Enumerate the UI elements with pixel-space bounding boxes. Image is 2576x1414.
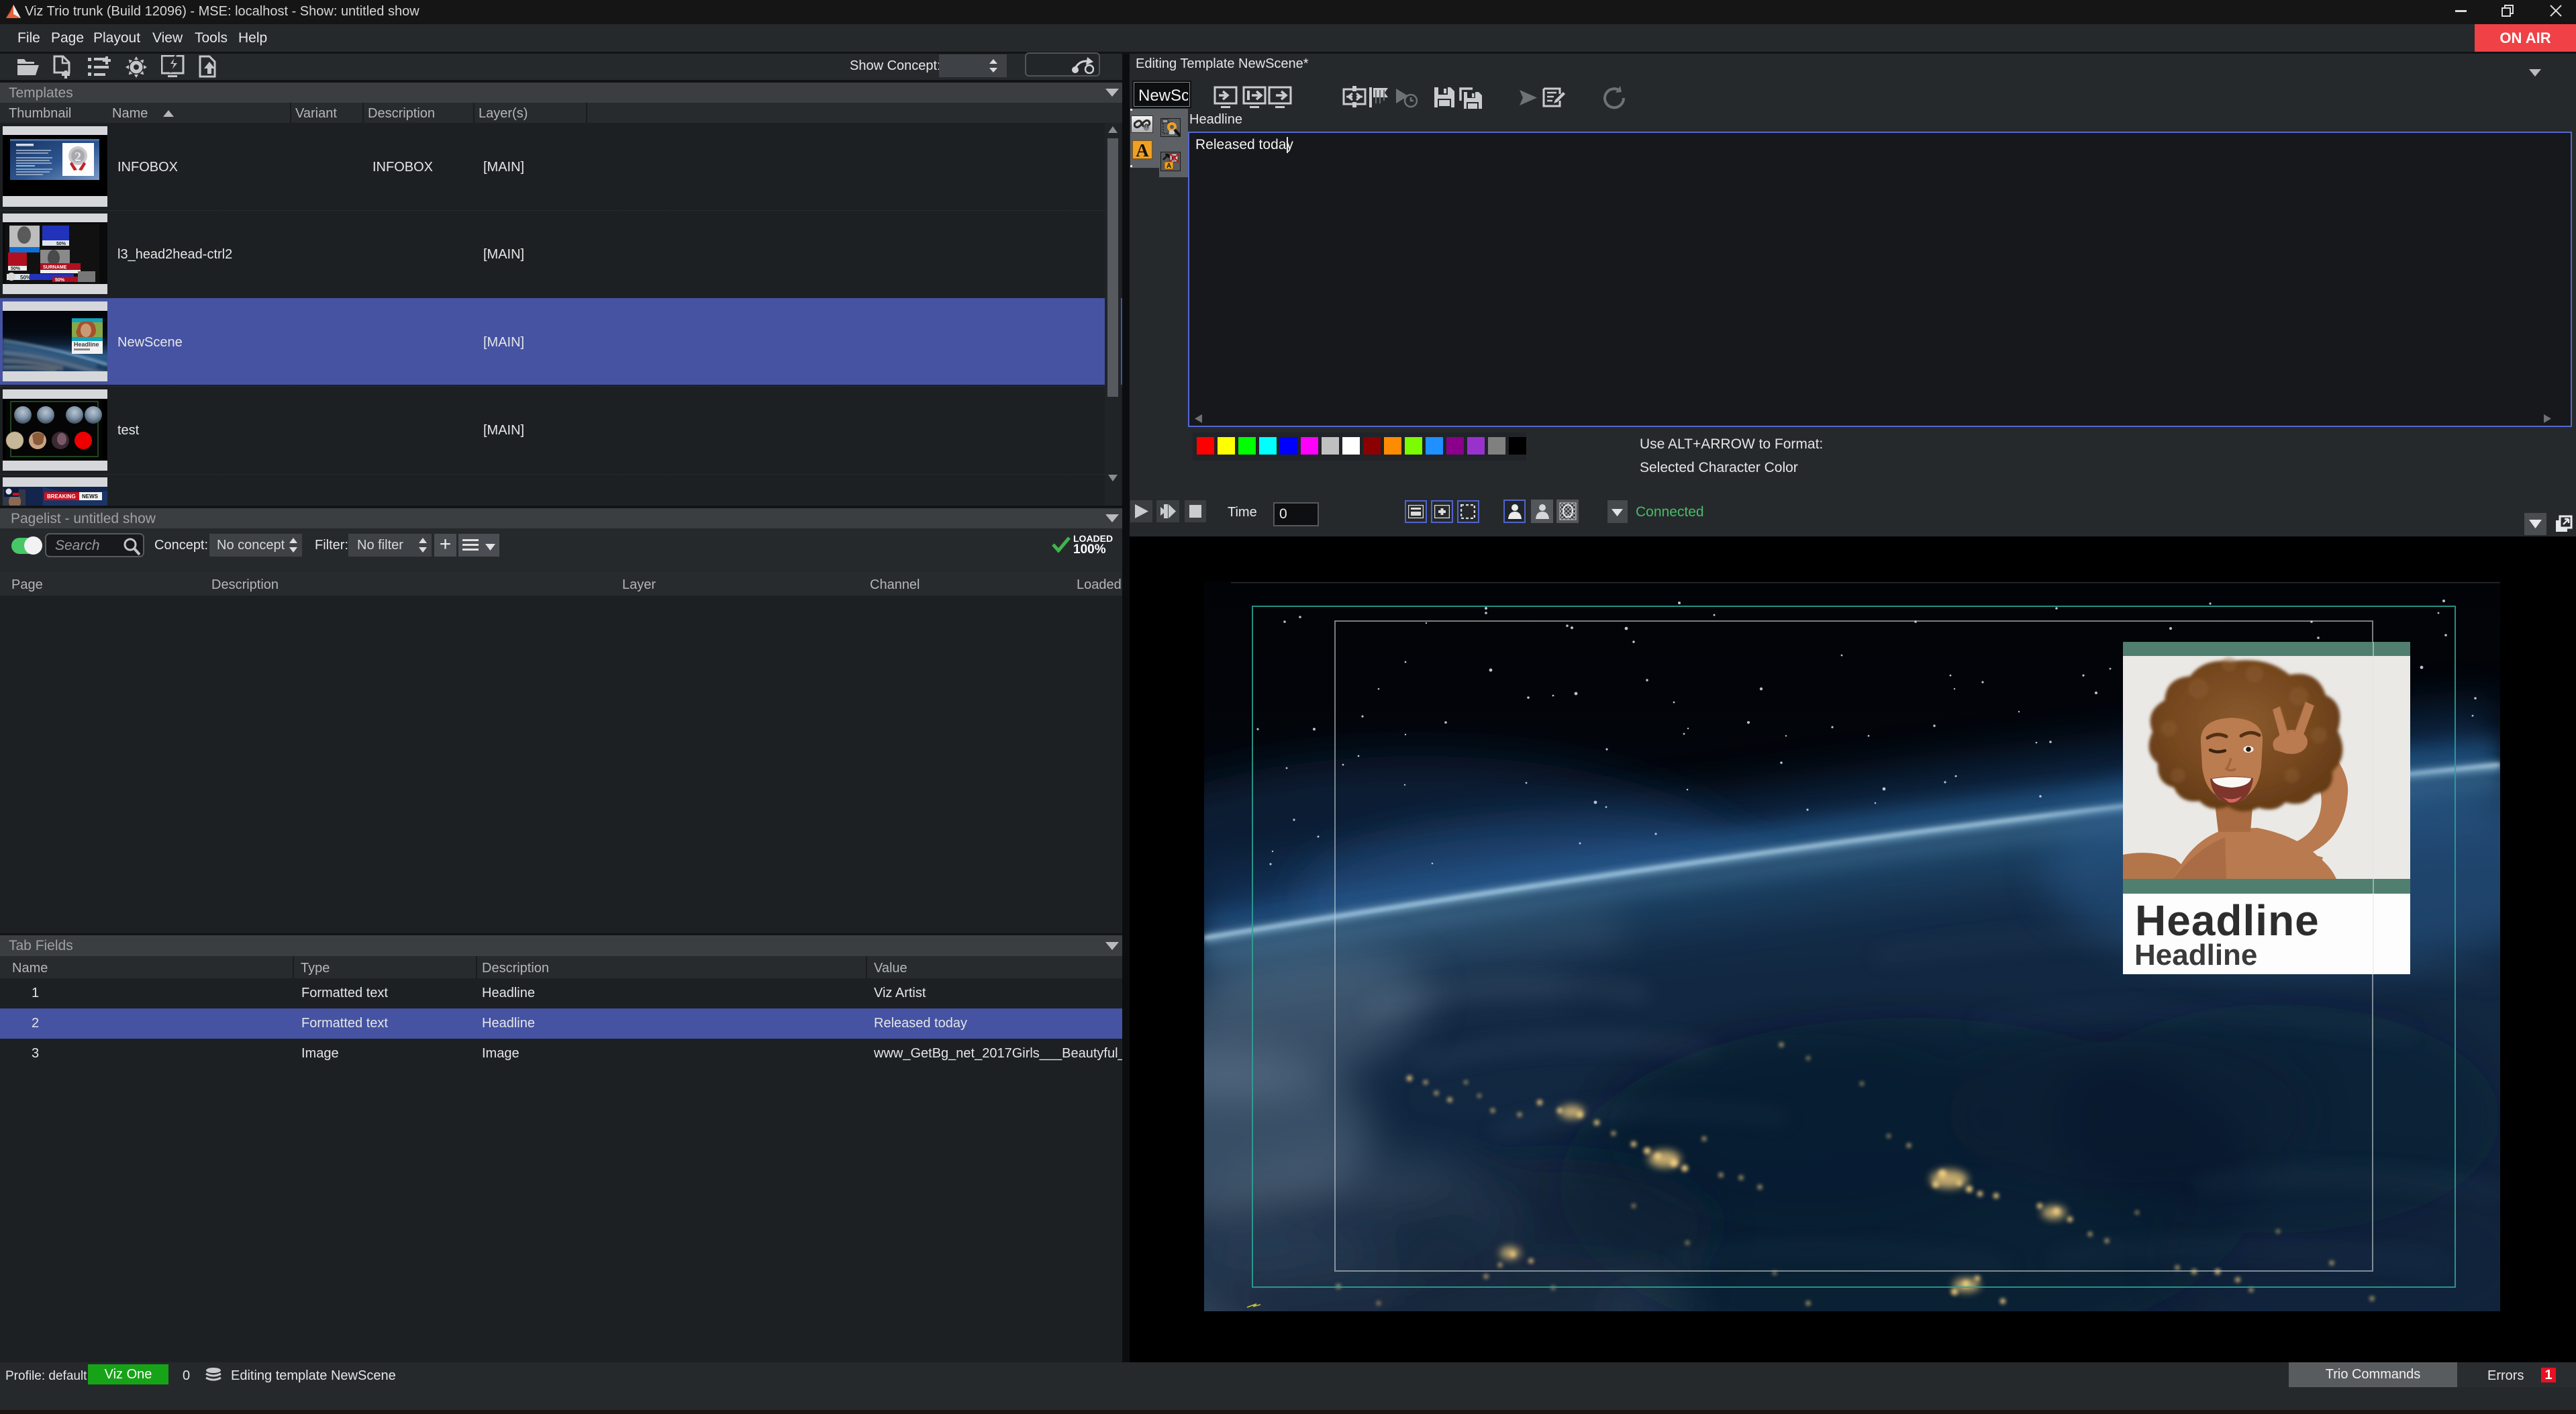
svg-text:BREAKING: BREAKING <box>47 493 76 500</box>
svg-text:Headline: Headline <box>74 341 99 348</box>
svg-text:NEWS: NEWS <box>82 493 99 500</box>
svg-text:A: A <box>1167 162 1171 170</box>
svg-text:50%: 50% <box>11 267 21 271</box>
svg-text:50%: 50% <box>20 275 31 281</box>
svg-text:50%: 50% <box>56 242 66 246</box>
svg-text:SURNAME: SURNAME <box>43 265 67 270</box>
svg-text:50%: 50% <box>55 278 65 283</box>
svg-text:2: 2 <box>75 150 81 164</box>
